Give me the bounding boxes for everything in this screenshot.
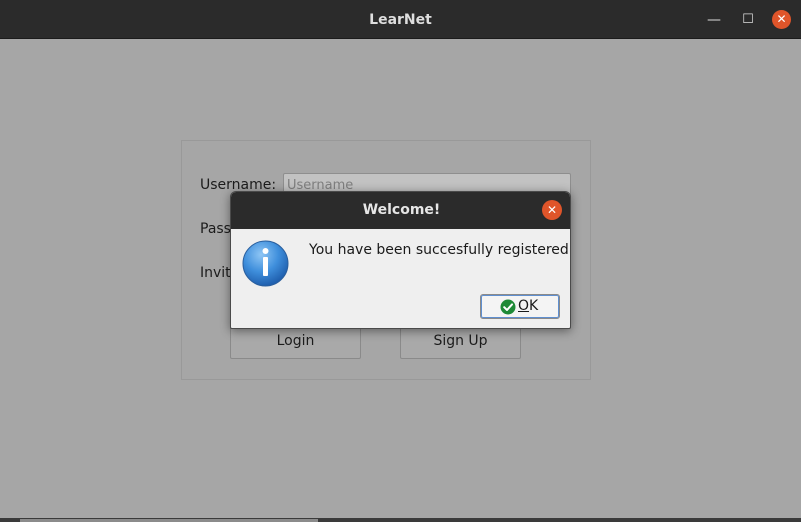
password-label: Pass	[200, 221, 231, 237]
check-icon	[500, 299, 516, 315]
bottom-edge	[0, 518, 801, 522]
dialog-titlebar: Welcome! ✕	[231, 192, 570, 229]
welcome-dialog: Welcome! ✕ You have been succesfully reg…	[230, 191, 571, 329]
maximize-button[interactable]: ☐	[738, 10, 758, 30]
ok-button-label: OK	[518, 298, 539, 314]
ok-button[interactable]: OK	[480, 294, 560, 319]
dialog-message: You have been succesfully registered	[309, 242, 569, 258]
information-icon	[242, 240, 289, 287]
invite-label: Invit	[200, 265, 231, 281]
dialog-title: Welcome!	[362, 202, 441, 218]
main-titlebar: LearNet — ☐ ✕	[0, 0, 801, 39]
close-window-button[interactable]: ✕	[772, 10, 791, 29]
minimize-button[interactable]: —	[704, 10, 724, 30]
dialog-close-button[interactable]: ✕	[542, 200, 562, 220]
window-title: LearNet	[369, 12, 432, 28]
